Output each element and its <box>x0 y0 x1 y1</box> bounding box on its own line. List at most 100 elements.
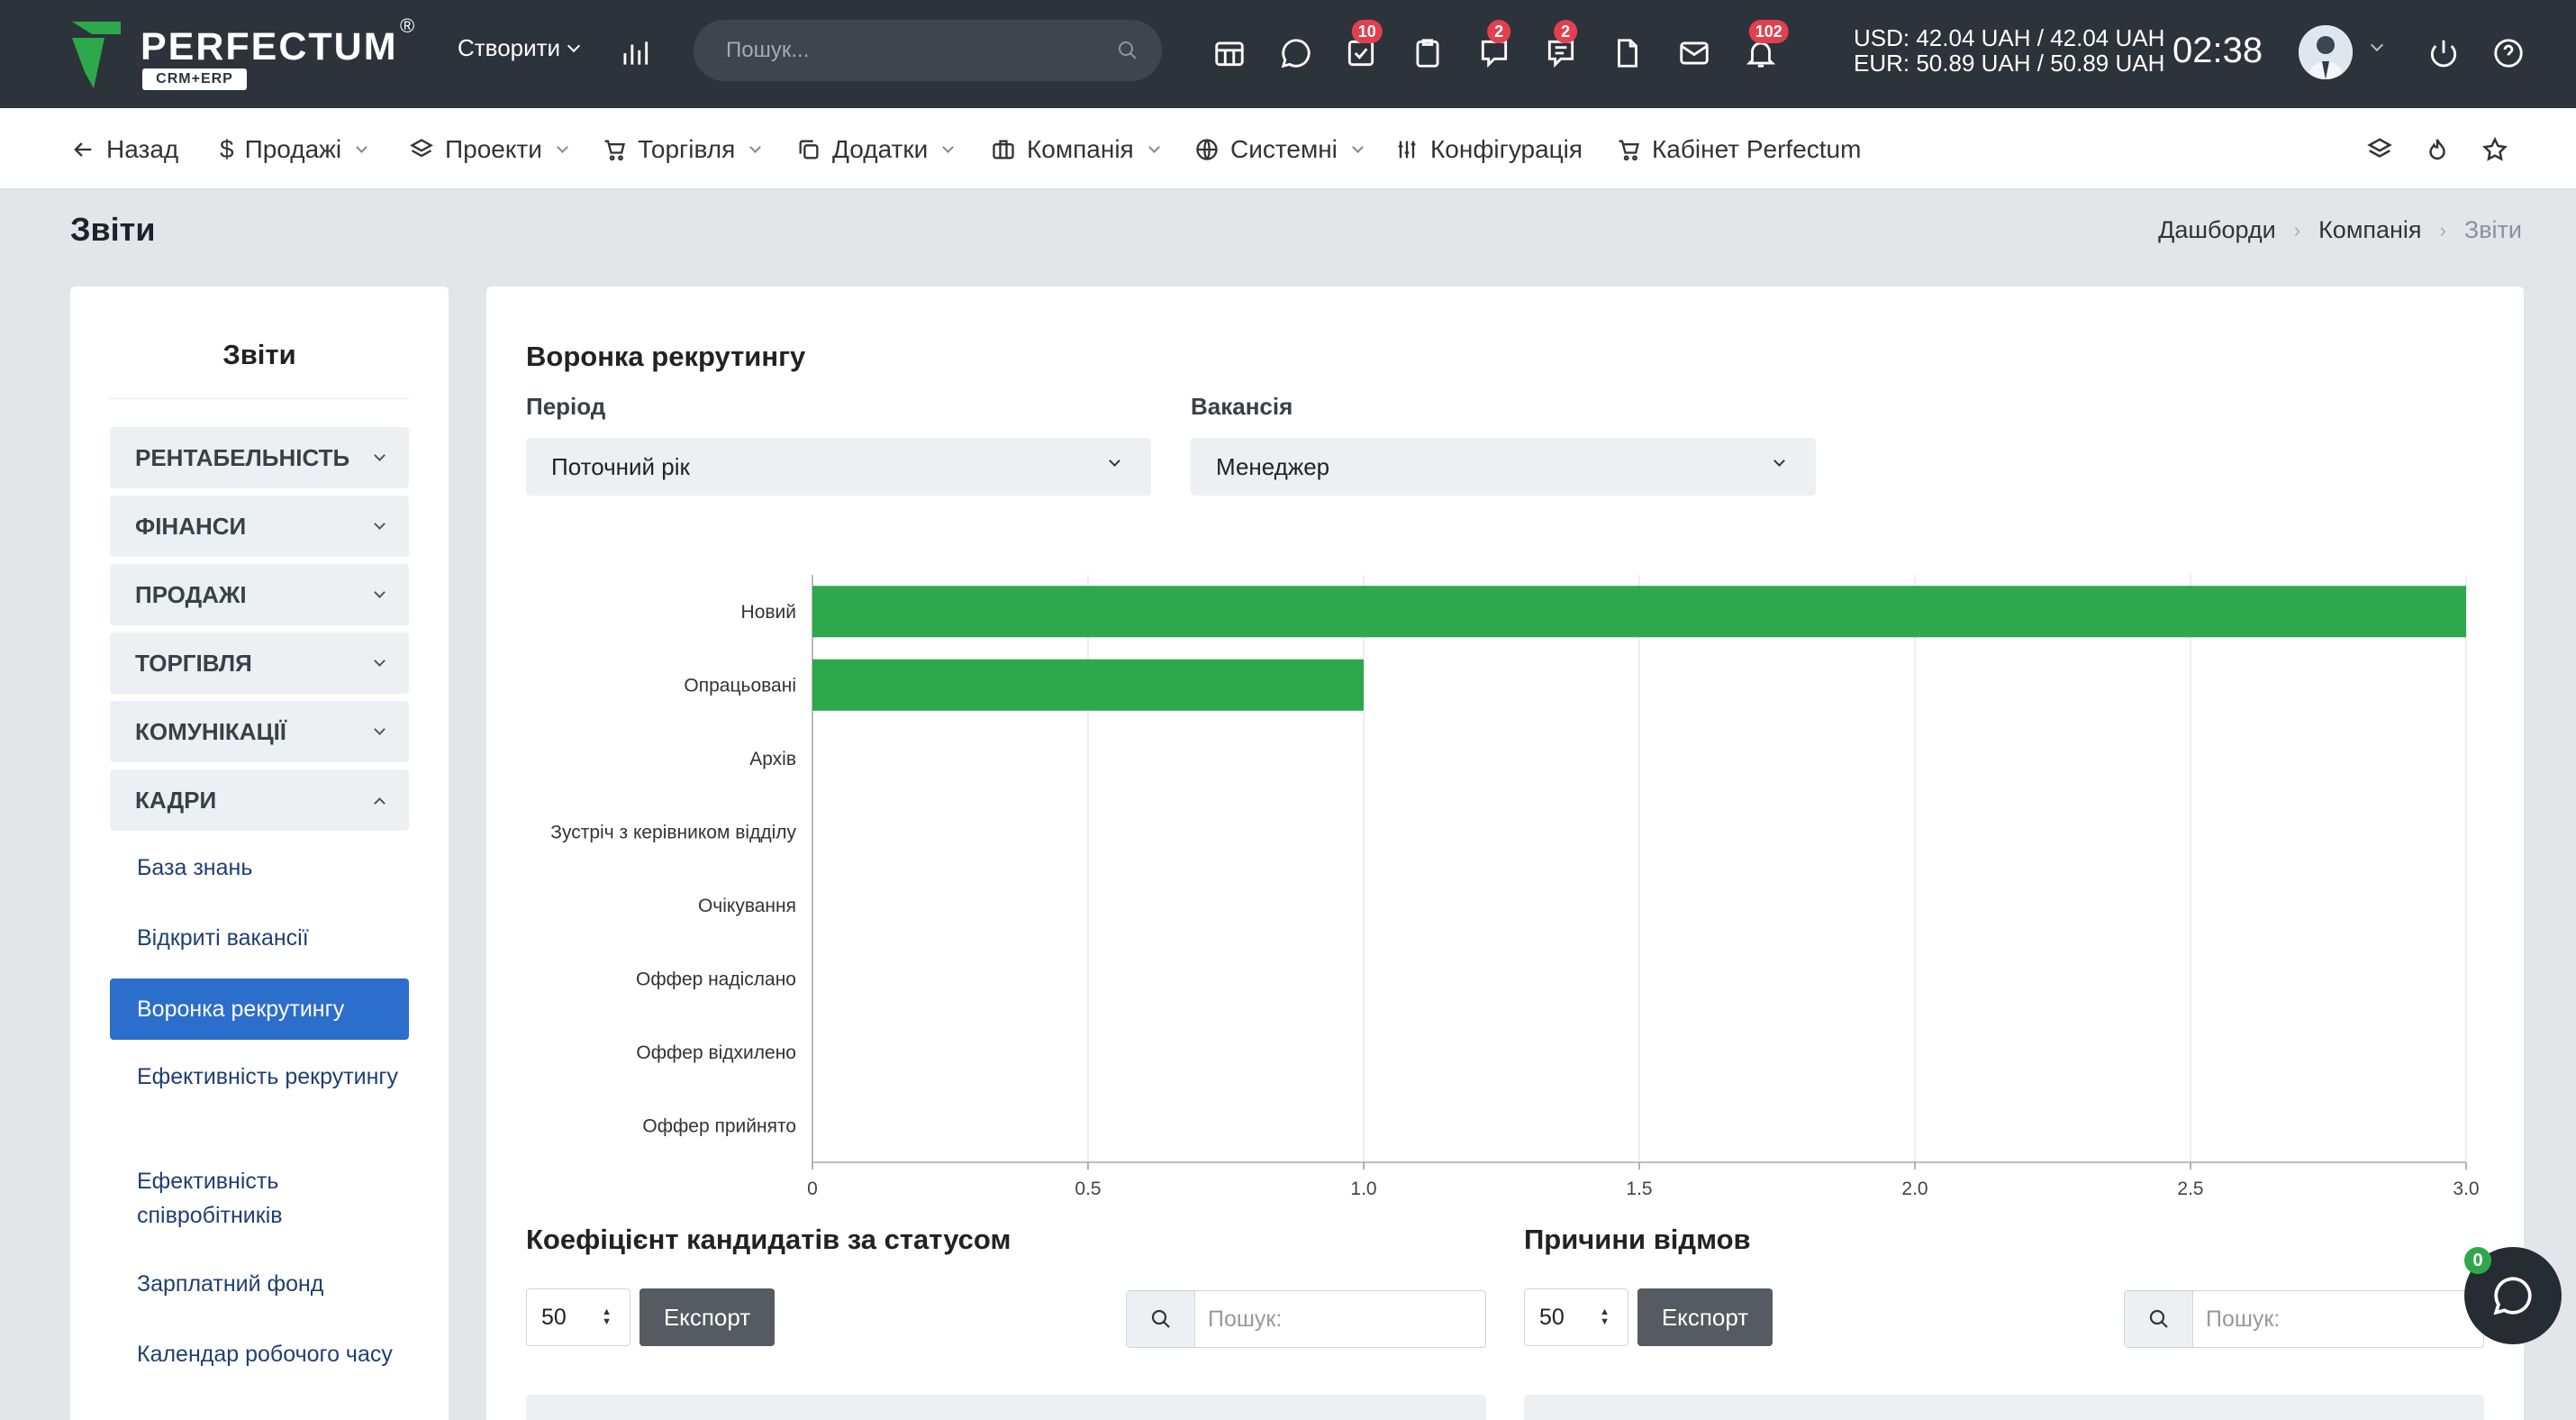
nav-back[interactable]: Назад <box>70 135 178 164</box>
breadcrumb-separator-icon: › <box>2439 218 2446 241</box>
sidebar-link-knowledge-base[interactable]: База знань <box>137 851 407 885</box>
cart-icon <box>604 140 625 161</box>
fire-icon[interactable] <box>2419 132 2455 168</box>
sidebar-section-label: ТОРГІВЛЯ <box>135 649 252 677</box>
breadcrumb-dashboards[interactable]: Дашборди <box>2158 216 2276 244</box>
logo-registered: ® <box>400 14 415 37</box>
chevron-down-icon[interactable] <box>2370 38 2384 52</box>
export-button[interactable]: Експорт <box>639 1288 775 1346</box>
vacancy-select[interactable]: Менеджер <box>1191 438 1816 496</box>
nav-system[interactable]: Системні <box>1194 135 1364 164</box>
reports-sidebar: Звіти РЕНТАБЕЛЬНІСТЬ ФІНАНСИ ПРОДАЖІ ТОР… <box>70 287 449 1420</box>
nav-sales-label: Продажі <box>244 135 342 163</box>
perfectum-logo-icon[interactable] <box>68 18 124 92</box>
nav-cabinet[interactable]: Кабінет Perfectum <box>1616 135 1861 164</box>
breadcrumb-current: Звіти <box>2463 216 2522 243</box>
nav-projects[interactable]: Проекти <box>409 135 568 164</box>
chevron-down-icon <box>1352 141 1364 153</box>
sidebar-section-communications[interactable]: КОМУНІКАЦІЇ <box>110 701 409 762</box>
sidebar-link-recruiting-efficiency[interactable]: Ефективність рекрутингу <box>137 1060 407 1094</box>
breadcrumb-separator-icon: › <box>2293 218 2301 241</box>
recruiting-funnel-chart: 0 0.5 1.0 1.5 2.0 2.5 3.0 Новий Опрацьовані Архів… <box>550 575 2480 1199</box>
y-category-label: Оффер відхилено <box>636 1042 796 1063</box>
sidebar-link-work-calendar[interactable]: Календар робочого часу <box>137 1337 407 1371</box>
rejection-reasons-title: Причини відмов <box>1524 1224 1751 1255</box>
y-category-label: Зустріч з керівником відділу <box>550 822 796 842</box>
report-panel: Воронка рекрутингу Період Поточний рік В… <box>486 287 2524 1420</box>
clock: 02:38 <box>2172 31 2263 70</box>
messages-badge: 2 <box>1554 20 1578 43</box>
mail-icon[interactable] <box>1673 32 1715 74</box>
sidebar-link-payroll[interactable]: Зарплатний фонд <box>137 1267 407 1301</box>
sort-arrows-icon: ▲ ▼ <box>1600 1306 1610 1327</box>
x-tick-label: 0 <box>807 1179 818 1199</box>
create-label: Створити <box>458 34 561 61</box>
nav-trade[interactable]: Торгівля <box>602 135 762 164</box>
bell-icon[interactable]: 102 <box>1740 20 1789 74</box>
table-search-input[interactable] <box>1208 1291 1469 1347</box>
sidebar-link-recruiting-funnel[interactable]: Воронка рекрутингу <box>110 979 409 1040</box>
chevron-down-icon <box>749 141 762 153</box>
logo-text: PERFECTUM <box>141 25 398 68</box>
create-dropdown[interactable]: Створити <box>458 34 581 62</box>
table-search[interactable] <box>1126 1290 1486 1348</box>
report-title: Воронка рекрутингу <box>526 341 806 372</box>
sidebar-section-finance[interactable]: ФІНАНСИ <box>110 496 409 557</box>
support-chat-icon[interactable]: 2 <box>1474 20 1515 74</box>
logo-subtitle: CRM+ERP <box>142 68 247 90</box>
sidebar-section-hr[interactable]: КАДРИ <box>110 769 409 831</box>
period-select[interactable]: Поточний рік <box>526 438 1151 496</box>
avatar[interactable] <box>2299 25 2353 79</box>
sidebar-link-open-vacancies[interactable]: Відкриті вакансії <box>137 921 407 955</box>
table-search-input[interactable] <box>2206 1291 2467 1347</box>
table-search[interactable] <box>2124 1290 2484 1348</box>
chat-badge: 2 <box>1487 20 1511 43</box>
chevron-down-icon <box>567 39 581 53</box>
nav-cabinet-label: Кабінет Perfectum <box>1652 135 1862 163</box>
breadcrumb-company[interactable]: Компанія <box>2318 216 2421 244</box>
period-value: Поточний рік <box>551 453 690 480</box>
power-icon[interactable] <box>2423 32 2464 74</box>
chevron-down-icon <box>942 141 955 153</box>
copy-icon <box>799 140 819 159</box>
y-category-label: Оффер прийнято <box>642 1115 796 1136</box>
export-button[interactable]: Експорт <box>1637 1288 1773 1346</box>
document-icon[interactable] <box>1607 32 1648 74</box>
sidebar-section-profitability[interactable]: РЕНТАБЕЛЬНІСТЬ <box>110 427 409 488</box>
help-icon[interactable] <box>2488 32 2529 74</box>
currency-usd: USD: 42.04 UAH / 42.04 UAH <box>1854 24 2165 51</box>
layers-icon[interactable] <box>2362 132 2398 168</box>
sliders-icon <box>1398 141 1416 159</box>
clipboard-icon[interactable] <box>1407 32 1448 74</box>
notifications-badge: 102 <box>1748 20 1789 43</box>
briefcase-icon <box>993 140 1014 159</box>
nav-addons[interactable]: Додатки <box>796 135 955 164</box>
search-icon <box>2125 1291 2193 1347</box>
nav-company[interactable]: Компанія <box>991 135 1160 164</box>
nav-system-label: Системні <box>1230 135 1338 163</box>
nav-sales[interactable]: $ Продажі <box>220 135 367 164</box>
calendar-table-icon[interactable] <box>1209 32 1250 74</box>
page-title: Звіти <box>70 211 156 248</box>
global-search-input[interactable] <box>726 20 1104 81</box>
global-search[interactable] <box>694 20 1162 81</box>
sidebar-section-sales[interactable]: ПРОДАЖІ <box>110 564 409 625</box>
sidebar-section-trade[interactable]: ТОРГІВЛЯ <box>110 633 409 694</box>
bar-chart-icon[interactable] <box>614 32 656 74</box>
nav-config[interactable]: Конфігурація <box>1394 135 1583 164</box>
chevron-down-icon <box>374 655 385 667</box>
sidebar-link-employee-efficiency[interactable]: Ефективність співробітників <box>137 1164 407 1233</box>
messages-icon[interactable]: 2 <box>1540 20 1582 74</box>
page-length-select[interactable]: 50 ▲ ▼ <box>1524 1288 1628 1346</box>
chevron-down-icon <box>374 450 385 461</box>
divider <box>110 398 409 399</box>
chevron-down-icon <box>374 518 385 530</box>
page-length-select[interactable]: 50 ▲ ▼ <box>526 1288 630 1346</box>
chat-bubble-icon[interactable] <box>1275 32 1317 74</box>
chat-unread-badge: 0 <box>2464 1247 2491 1274</box>
breadcrumb: Дашборди › Компанія › Звіти <box>2158 216 2522 244</box>
tasks-checkbox-icon[interactable]: 10 <box>1340 20 1383 74</box>
star-icon[interactable] <box>2477 132 2513 168</box>
nav-config-label: Конфігурація <box>1430 135 1583 163</box>
main-navigation: Назад $ Продажі Проекти Торгівля Додатки… <box>0 108 2576 189</box>
